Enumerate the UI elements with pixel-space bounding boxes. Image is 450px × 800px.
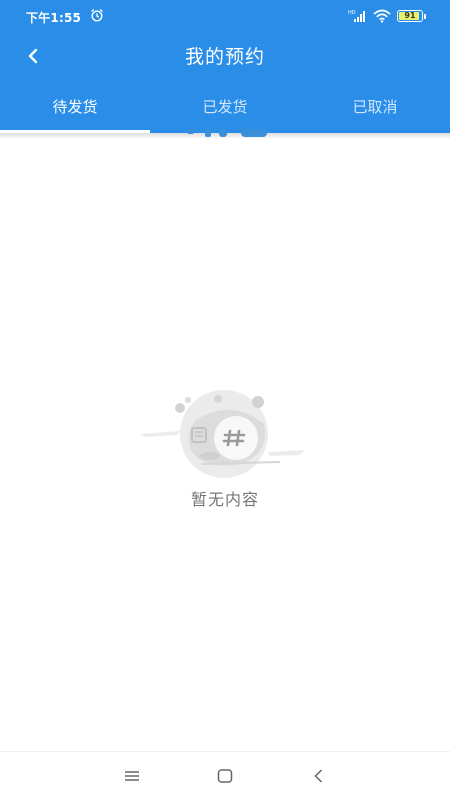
battery-icon: 91 [397,10,427,24]
empty-state: 暂无内容 [0,390,450,520]
system-navigation-bar [0,751,450,800]
battery-level: 91 [404,11,416,20]
tab-label: 待发货 [52,98,98,116]
wifi-icon [373,9,391,23]
home-icon[interactable] [215,766,235,786]
tab-pending-shipment[interactable]: 待发货 [0,84,150,133]
svg-text:HD: HD [348,10,356,16]
tab-bar: 待发货 已发货 已取消 [0,84,450,133]
status-bar: 下午1:55 HD 91 [0,0,450,32]
back-button[interactable] [18,41,48,71]
tab-shipped[interactable]: 已发货 [150,84,300,133]
menu-icon[interactable] [122,766,142,786]
page-title: 我的预约 [184,46,265,68]
system-back-icon[interactable] [309,766,329,786]
chevron-left-icon [28,48,38,64]
empty-message: 暂无内容 [190,490,259,509]
tab-cancelled[interactable]: 已取消 [300,84,450,133]
alarm-icon [91,9,103,22]
tab-label: 已发货 [202,98,248,116]
nav-bar: 我的预约 [0,32,450,82]
empty-box-icon [140,390,305,478]
app-header: 下午1:55 HD 91 我的预约 待发货 已发货 已取消 [0,0,450,133]
signal-icon: HD [348,10,365,22]
tab-label: 已取消 [352,98,398,116]
status-time: 下午1:55 [26,11,82,25]
header-edge-artifact [187,129,267,137]
